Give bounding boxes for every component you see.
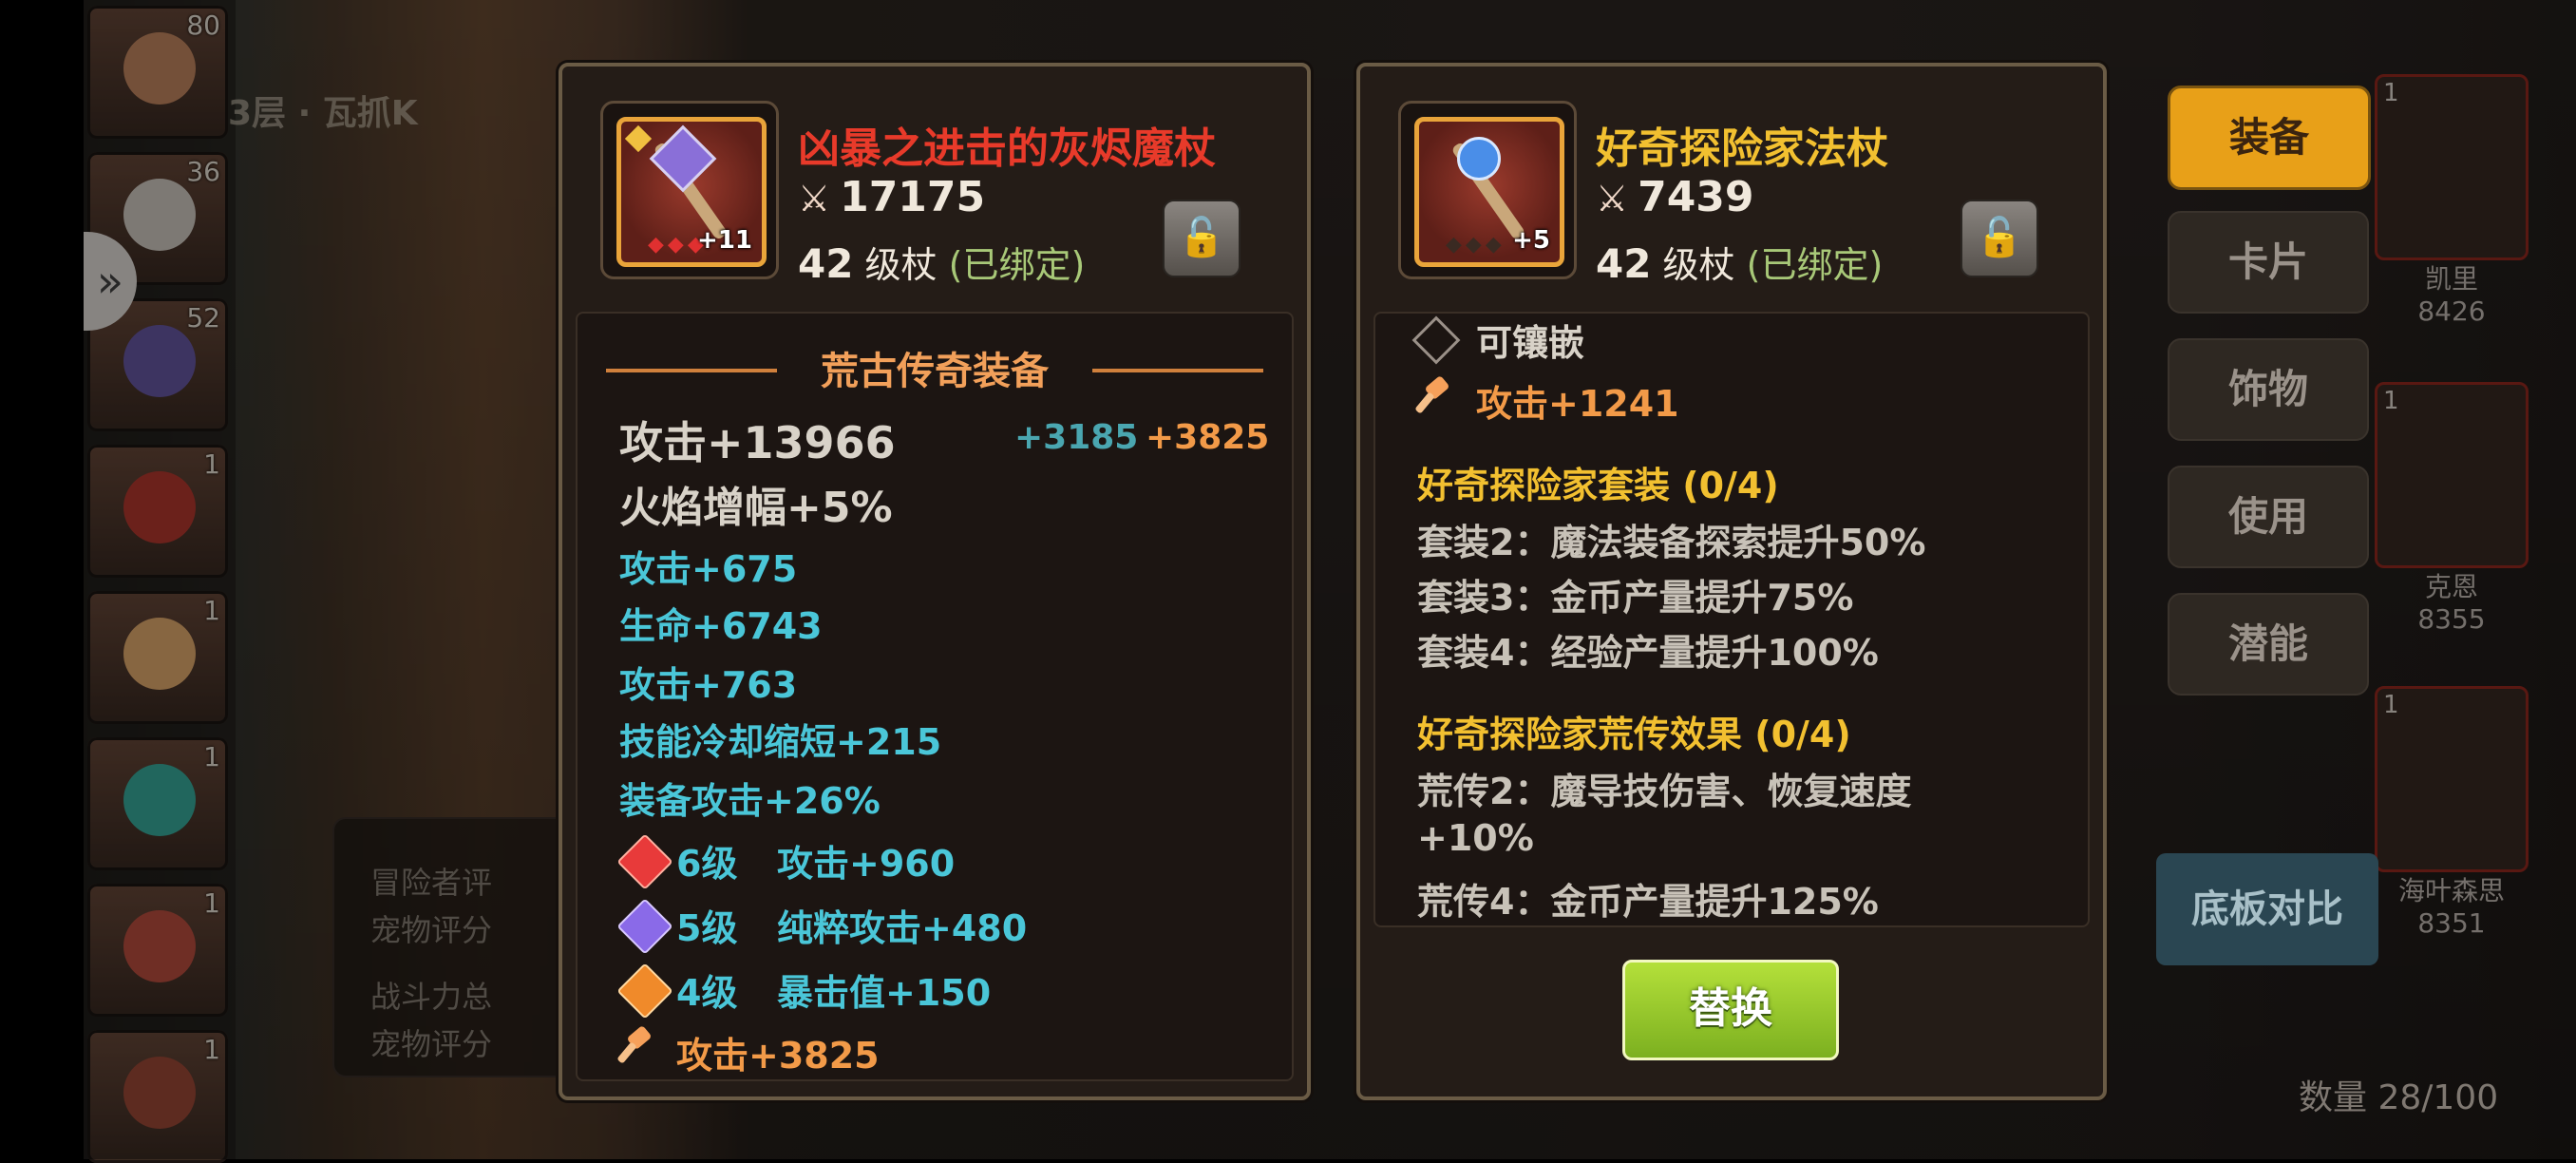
stat-line: 攻击+675 bbox=[619, 548, 798, 590]
stat-line: 生命+6743 bbox=[619, 605, 823, 647]
set-title: 好奇探险家套装 (0/4) bbox=[1417, 465, 1779, 506]
item-stats: 可镶嵌 攻击+1241 好奇探险家套装 (0/4) 套装2：魔法装备探索提升50… bbox=[1373, 312, 2090, 927]
enhance-level: +5 bbox=[1512, 226, 1550, 255]
empty-socket-icon bbox=[1411, 315, 1461, 365]
item-icon: ◆◆◆ +5 bbox=[1398, 101, 1577, 279]
legend-title: 好奇探险家荒传效果 (0/4) bbox=[1417, 714, 1851, 755]
potential-tab[interactable]: 潜能 bbox=[2168, 593, 2369, 696]
purple-gem-icon bbox=[616, 898, 673, 955]
item-level: 42 级杖 (已绑定) bbox=[1596, 240, 1884, 287]
hammer-icon bbox=[1417, 378, 1451, 412]
gem-slots-icon: ◆◆◆ bbox=[1446, 233, 1506, 257]
main-attack: 攻击+13966 bbox=[619, 417, 896, 468]
gem-effect: 纯粹攻击+480 bbox=[777, 907, 1028, 949]
gem-level: 4级 bbox=[676, 972, 738, 1014]
item-name: 好奇探险家法杖 bbox=[1596, 124, 1888, 173]
rarity-title: 荒古传奇装备 bbox=[821, 350, 1049, 393]
item-header: ◆◆◆ +11 凶暴之进击的灰烬魔杖 ⚔ 17175 42 级杖 (已绑定) 🔓 bbox=[562, 67, 1307, 300]
stat-line: 技能冷却缩短+215 bbox=[619, 721, 942, 763]
accessory-tab[interactable]: 饰物 bbox=[2168, 338, 2369, 441]
inventory-count: 数量 28/100 bbox=[2299, 1078, 2499, 1117]
item-name: 凶暴之进击的灰烬魔杖 bbox=[798, 124, 1216, 173]
fire-boost: 火焰增幅+5% bbox=[619, 484, 893, 532]
crossed-swords-icon: ⚔ bbox=[798, 178, 831, 219]
item-icon: ◆◆◆ +11 bbox=[600, 101, 779, 279]
gem-level: 5级 bbox=[676, 907, 738, 949]
set-effect: 套装3：金币产量提升75% bbox=[1417, 577, 1854, 619]
card-tab[interactable]: 卡片 bbox=[2168, 211, 2369, 314]
forge-bonus: 攻击+1241 bbox=[1476, 383, 1679, 425]
combat-power: ⚔ 17175 bbox=[798, 173, 986, 221]
lock-toggle-icon[interactable]: 🔓 bbox=[1960, 200, 2038, 277]
equipped-item-panel: ◆◆◆ +11 凶暴之进击的灰烬魔杖 ⚔ 17175 42 级杖 (已绑定) 🔓 … bbox=[559, 63, 1311, 1100]
gem-level: 6级 bbox=[676, 843, 738, 885]
set-effect: 套装2：魔法装备探索提升50% bbox=[1417, 522, 1926, 563]
use-button[interactable]: 使用 bbox=[2168, 466, 2369, 568]
hammer-icon bbox=[619, 1028, 653, 1062]
candidate-item-panel: ◆◆◆ +5 好奇探险家法杖 ⚔ 7439 42 级杖 (已绑定) 🔓 可镶嵌 攻… bbox=[1356, 63, 2107, 1100]
legend-effect: 荒传4：金币产量提升125% bbox=[1417, 881, 1879, 923]
set-effect: 套装4：经验产量提升100% bbox=[1417, 632, 1879, 674]
forge-bonus: 攻击+3825 bbox=[676, 1035, 880, 1077]
replace-button[interactable]: 替换 bbox=[1622, 960, 1839, 1060]
rarity-badge-icon bbox=[624, 124, 653, 153]
item-level: 42 级杖 (已绑定) bbox=[798, 240, 1086, 287]
orange-gem-icon bbox=[616, 963, 673, 1020]
crossed-swords-icon: ⚔ bbox=[1596, 178, 1629, 219]
item-header: ◆◆◆ +5 好奇探险家法杖 ⚔ 7439 42 级杖 (已绑定) 🔓 bbox=[1360, 67, 2103, 300]
compare-button[interactable]: 底板对比 bbox=[2156, 853, 2378, 965]
stat-line: 攻击+763 bbox=[619, 664, 798, 706]
gem-effect: 攻击+960 bbox=[777, 843, 956, 885]
stat-line: 装备攻击+26% bbox=[619, 780, 881, 822]
equip-tab[interactable]: 装备 bbox=[2168, 86, 2371, 190]
legend-effect: 荒传2：魔导技伤害、恢复速度 bbox=[1417, 771, 1912, 812]
item-stats: 荒古传奇装备 攻击+13966 +3185 +3825 火焰增幅+5% 攻击+6… bbox=[576, 312, 1294, 1081]
combat-power: ⚔ 7439 bbox=[1596, 173, 1754, 221]
bonus-attack-1: +3185 bbox=[1014, 418, 1139, 457]
gem-effect: 暴击值+150 bbox=[777, 972, 992, 1014]
socket-label: 可镶嵌 bbox=[1476, 322, 1585, 364]
legend-effect: +10% bbox=[1417, 817, 1534, 859]
red-gem-icon bbox=[616, 833, 673, 890]
lock-toggle-icon[interactable]: 🔓 bbox=[1163, 200, 1241, 277]
bonus-attack-2: +3825 bbox=[1146, 418, 1270, 457]
enhance-level: +11 bbox=[697, 226, 752, 255]
